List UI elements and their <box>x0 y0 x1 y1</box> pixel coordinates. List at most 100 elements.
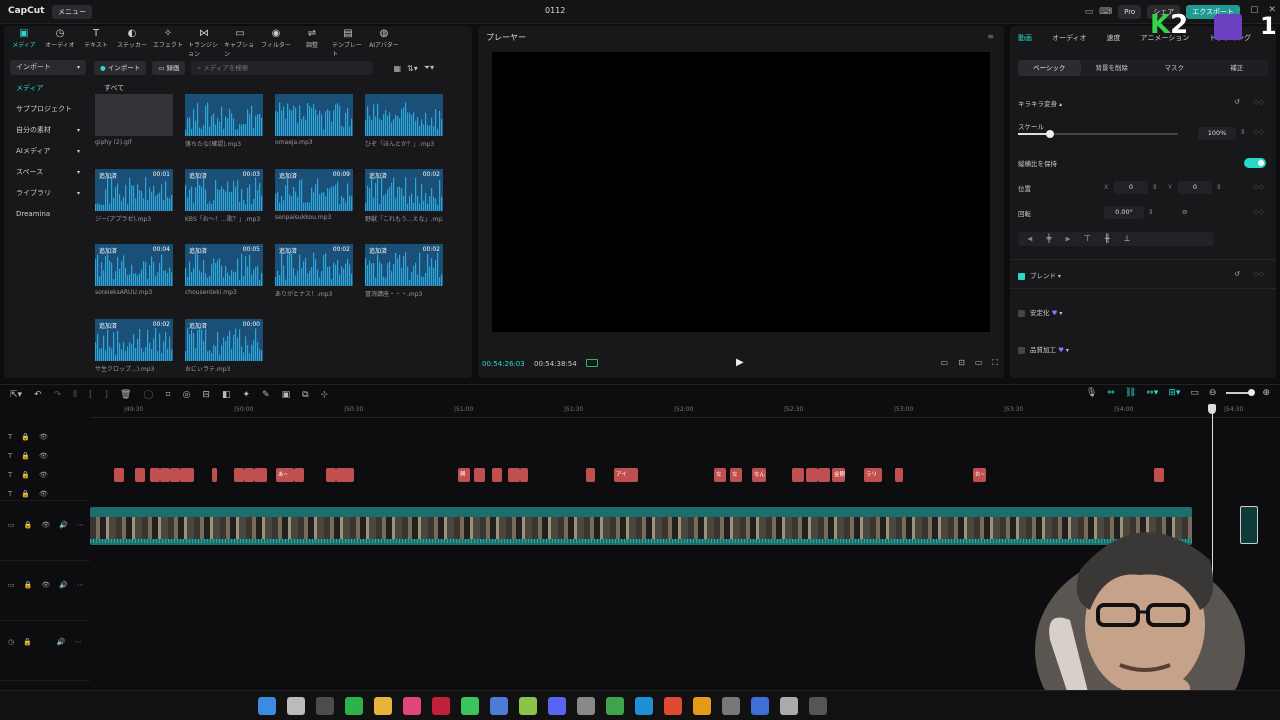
trim-left-icon[interactable]: [ <box>89 390 93 400</box>
fit-timeline-icon[interactable]: ⊕ <box>1262 388 1270 398</box>
pro-button[interactable]: Pro <box>1118 5 1142 19</box>
speed-icon[interactable]: ◎ <box>183 390 191 400</box>
text-track-icon[interactable]: T <box>8 433 12 441</box>
github-icon[interactable] <box>722 697 740 715</box>
lock-icon[interactable]: 🔒 <box>21 452 30 460</box>
volume-icon[interactable]: 🔊 <box>59 521 68 529</box>
eye-icon[interactable]: 👁 <box>39 452 48 460</box>
line-icon[interactable] <box>461 697 479 715</box>
lock-icon[interactable]: 🔒 <box>23 638 32 646</box>
photos-icon[interactable] <box>780 697 798 715</box>
crop-icon[interactable]: ⌗ <box>165 390 170 400</box>
volume-icon[interactable]: 🔊 <box>59 581 68 589</box>
text-clip[interactable] <box>806 468 818 482</box>
tab-avatar[interactable]: ◍ AIアバター <box>368 28 400 52</box>
rotation-keyframe-icon[interactable]: ◇◇ <box>1253 208 1264 216</box>
filter-icon[interactable]: ⏷▾ <box>424 63 434 73</box>
text-clip[interactable] <box>150 468 160 482</box>
inspector-tab[interactable]: オーディオ <box>1052 33 1087 43</box>
scale-slider-knob[interactable] <box>1046 130 1054 138</box>
media-tile[interactable]: 追加済 00:02 サ生クロップ...).mp3 <box>95 319 173 373</box>
text-clip[interactable]: 興奮 <box>458 468 470 482</box>
text-clip[interactable]: なん <box>752 468 766 482</box>
magnet-icon[interactable]: ⇔ <box>1107 388 1115 398</box>
split-icon[interactable]: ⫴ <box>73 390 77 400</box>
scale-value[interactable]: 100% <box>1198 127 1236 140</box>
text-clip[interactable] <box>160 468 170 482</box>
tab-sticker[interactable]: ◐ ステッカー <box>116 28 148 52</box>
chevron-down-icon[interactable]: ▾ <box>1064 347 1069 354</box>
video-track-icon[interactable]: ▭ <box>8 581 15 589</box>
record-button[interactable]: ▭ 録画 <box>152 61 186 75</box>
eye-icon[interactable]: 👁 <box>41 521 50 529</box>
resize-icon[interactable]: ⧉ <box>302 390 308 400</box>
eye-icon[interactable]: 👁 <box>39 490 48 498</box>
media-tile[interactable]: 追加済 00:09 senpaisukkou.mp3 <box>275 169 353 221</box>
more-icon[interactable]: ⋯ <box>77 521 84 529</box>
undo-icon[interactable]: ↶ <box>34 390 42 400</box>
eye-icon[interactable]: 👁 <box>39 471 48 479</box>
text-clip[interactable]: なん <box>714 468 726 482</box>
keyframe-icon[interactable]: ◇◇ <box>1253 98 1264 106</box>
inspector-tab[interactable]: 速度 <box>1107 33 1121 43</box>
chat-icon[interactable] <box>490 697 508 715</box>
sidebar-item[interactable]: インポート ▾ <box>10 60 86 75</box>
lips-icon[interactable] <box>403 697 421 715</box>
text-clip[interactable] <box>180 468 194 482</box>
text-clip[interactable] <box>254 468 267 482</box>
more-icon[interactable]: ⋯ <box>77 581 84 589</box>
transform-icon[interactable]: ⊹ <box>321 390 329 400</box>
inspector-subtab[interactable]: マスク <box>1143 60 1206 76</box>
tab-filter[interactable]: ◉ フィルター <box>260 28 292 52</box>
chevron-down-icon[interactable]: ▾ <box>1057 310 1062 317</box>
scale-slider[interactable] <box>1018 130 1178 138</box>
align-center-icon[interactable]: ╪ <box>1047 232 1052 246</box>
sidebar-item[interactable]: サブプロジェクト <box>10 102 86 117</box>
lock-icon[interactable]: 🔒 <box>21 433 30 441</box>
media-tile[interactable]: 追加済 00:05 chousenteki.mp3 <box>185 244 263 296</box>
align-top-icon[interactable]: ⊤ <box>1084 232 1091 246</box>
teams-icon[interactable] <box>751 697 769 715</box>
mirror-icon[interactable]: ◧ <box>222 390 231 400</box>
record-icon[interactable] <box>432 697 450 715</box>
lock-icon[interactable]: 🔒 <box>21 471 30 479</box>
text-clip[interactable] <box>792 468 804 482</box>
ai-icon[interactable]: ✦ <box>242 390 250 400</box>
freeze-icon[interactable]: ⊟ <box>202 390 210 400</box>
video-track-icon[interactable]: ▭ <box>8 521 15 529</box>
sort-icon[interactable]: ⇅▾ <box>407 64 418 73</box>
nvidia-icon[interactable] <box>345 697 363 715</box>
zoom-slider[interactable] <box>1226 389 1256 396</box>
text-clip[interactable] <box>508 468 520 482</box>
pos-x-input[interactable]: 0 <box>1114 181 1148 194</box>
text-clip[interactable] <box>336 468 354 482</box>
media-tile[interactable]: 追加済 00:01 ジー(アプラゼ).mp3 <box>95 169 173 223</box>
delete-icon[interactable]: 🗑 <box>120 390 131 400</box>
text-track-icon[interactable]: T <box>8 452 12 460</box>
text-clip[interactable]: あ~ <box>276 468 294 482</box>
eye-icon[interactable]: 👁 <box>39 433 48 441</box>
edge-icon[interactable] <box>635 697 653 715</box>
scale-stepper-icon[interactable]: ⇕ <box>1240 128 1245 136</box>
edit-icon[interactable]: ✎ <box>262 390 270 400</box>
rotation-input[interactable]: 0.00° <box>1104 206 1144 219</box>
chevron-down-icon[interactable]: ▾ <box>1056 273 1061 280</box>
tab-media[interactable]: ▣ メディア <box>8 28 40 52</box>
menu-button[interactable]: メニュー <box>52 5 92 19</box>
keyboard-icon[interactable]: ⌨ <box>1099 7 1112 17</box>
inspector-subtab[interactable]: 補正 <box>1206 60 1269 76</box>
text-clip[interactable] <box>520 468 528 482</box>
eye-icon[interactable]: 👁 <box>41 581 50 589</box>
text-track-icon[interactable]: T <box>8 490 12 498</box>
snap-icon[interactable]: ⊞▾ <box>1168 388 1180 398</box>
quality-icon[interactable]: ▭ <box>941 358 949 368</box>
text-clip[interactable] <box>586 468 595 482</box>
text-clip[interactable] <box>212 468 217 482</box>
start-icon[interactable] <box>258 697 276 715</box>
media-tile[interactable]: 追加済 00:02 冒涜講座・・・.mp3 <box>365 244 443 298</box>
tab-adjust[interactable]: ⇌ 調整 <box>296 28 328 52</box>
media-tile[interactable]: 追加済 00:04 soreieksARUU.mp3 <box>95 244 173 296</box>
tab-transition[interactable]: ⋈ トランジション <box>188 28 220 58</box>
tab-caption[interactable]: ▭ キャプション <box>224 28 256 58</box>
folder-icon[interactable] <box>374 697 392 715</box>
